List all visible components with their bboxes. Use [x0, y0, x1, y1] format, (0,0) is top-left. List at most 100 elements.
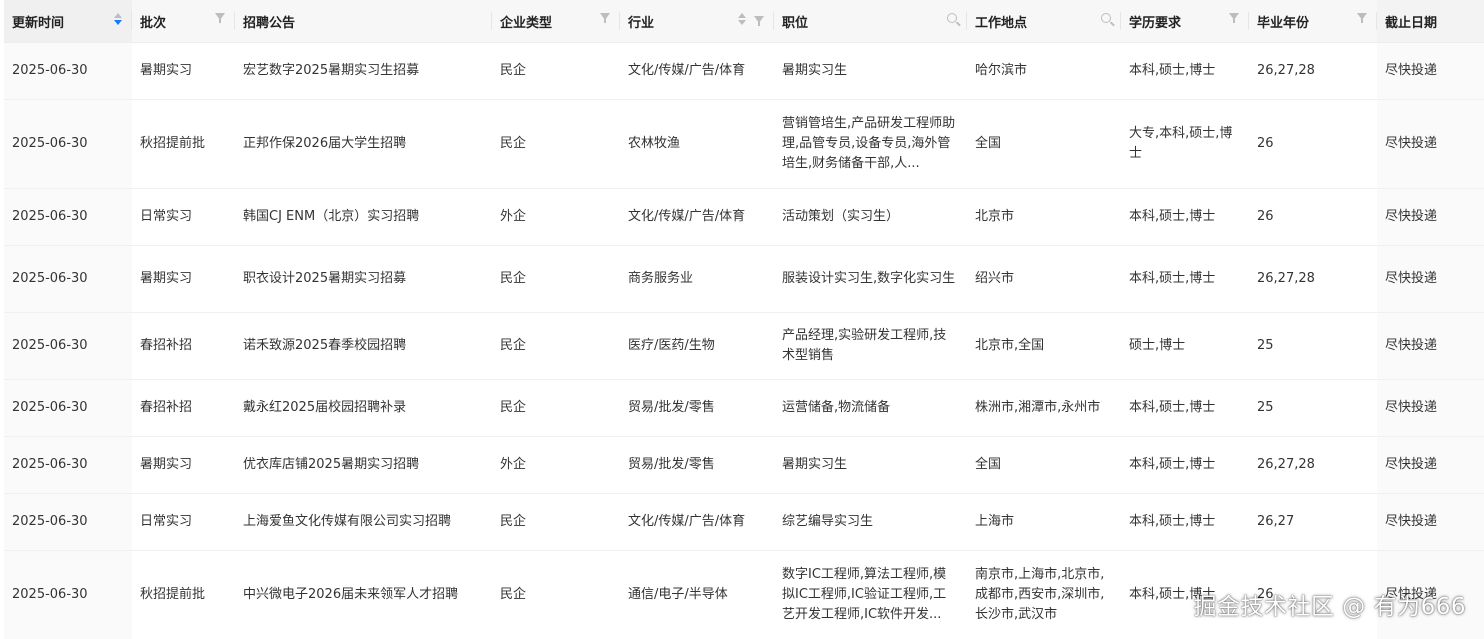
table-row[interactable]: 2025-06-30 日常实习 上海爱鱼文化传媒有限公司实习招聘 民企 文化/传媒/广告… [4, 493, 1484, 551]
cell-industry-text: 文化/传媒/广告/体育 [628, 209, 746, 224]
cell-position: 综艺编导实习生 [774, 493, 967, 551]
table-row[interactable]: 2025-06-30 日常实习 韩国CJ ENM（北京）实习招聘 外企 文化/传媒/广告… [4, 188, 1484, 246]
cell-industry-text: 文化/传媒/广告/体育 [628, 514, 746, 529]
cell-notice-text: 优衣库店铺2025暑期实习招聘 [243, 457, 420, 472]
cell-grad-year: 26,27,28 [1249, 42, 1377, 100]
filter-icon[interactable] [1229, 13, 1239, 23]
cell-degree-text: 本科,硕士,博士 [1129, 271, 1216, 286]
cell-location: 全国 [967, 99, 1121, 189]
cell-location-text: 绍兴市 [975, 271, 1015, 286]
cell-update-time: 2025-06-30 [4, 312, 132, 380]
cell-position-text: 活动策划（实习生） [782, 209, 900, 224]
cell-notice-text: 宏艺数字2025暑期实习生招募 [243, 63, 420, 78]
cell-position: 数字IC工程师,算法工程师,模拟IC工程师,IC验证工程师,工艺开发工程师,IC… [774, 550, 967, 639]
column-header-notice: 招聘公告 [235, 0, 492, 43]
cell-company-type-text: 民企 [500, 136, 527, 151]
cell-industry-text: 通信/电子/半导体 [628, 587, 728, 602]
column-header-label: 招聘公告 [243, 15, 296, 31]
cell-notice[interactable]: 职衣设计2025暑期实习招募 [235, 245, 492, 313]
column-header-update-time[interactable]: 更新时间 [4, 0, 132, 43]
cell-update-time: 2025-06-30 [4, 245, 132, 313]
cell-notice[interactable]: 戴永红2025届校园招聘补录 [235, 379, 492, 437]
cell-update-time: 2025-06-30 [4, 379, 132, 437]
cell-company-type: 民企 [492, 379, 620, 437]
filter-icon[interactable] [754, 15, 764, 26]
cell-batch: 日常实习 [132, 493, 235, 551]
cell-company-type: 外企 [492, 436, 620, 494]
search-icon[interactable] [947, 13, 957, 23]
cell-grad-year: 25 [1249, 312, 1377, 380]
cell-location-text: 上海市 [975, 514, 1015, 529]
table-row[interactable]: 2025-06-30 春招补招 戴永红2025届校园招聘补录 民企 贸易/批发/零售 运营… [4, 379, 1484, 437]
cell-grad-year-text: 26 [1257, 209, 1274, 224]
cell-batch: 春招补招 [132, 312, 235, 380]
cell-company-type: 民企 [492, 42, 620, 100]
sort-icon[interactable] [114, 13, 122, 25]
cell-batch-text: 暑期实习 [140, 63, 193, 78]
cell-grad-year: 26,27,28 [1249, 436, 1377, 494]
cell-degree-text: 本科,硕士,博士 [1129, 209, 1216, 224]
filter-icon[interactable] [600, 13, 610, 23]
table-row[interactable]: 2025-06-30 暑期实习 优衣库店铺2025暑期实习招聘 外企 贸易/批发/零售 暑… [4, 436, 1484, 494]
column-header-grad-year: 毕业年份 [1249, 0, 1377, 43]
cell-position: 运营储备,物流储备 [774, 379, 967, 437]
filter-icon[interactable] [1357, 13, 1367, 23]
cell-batch-text: 春招补招 [140, 400, 193, 415]
cell-update-time: 2025-06-30 [4, 550, 132, 639]
cell-batch: 暑期实习 [132, 42, 235, 100]
cell-company-type-text: 民企 [500, 400, 527, 415]
cell-notice[interactable]: 中兴微电子2026届未来领军人才招聘 [235, 550, 492, 639]
cell-notice[interactable]: 宏艺数字2025暑期实习生招募 [235, 42, 492, 100]
cell-degree-text: 本科,硕士,博士 [1129, 63, 1216, 78]
cell-deadline: 尽快投递 [1377, 245, 1484, 313]
cell-industry-text: 贸易/批发/零售 [628, 400, 715, 415]
cell-industry-text: 文化/传媒/广告/体育 [628, 63, 746, 78]
cell-degree: 本科,硕士,博士 [1121, 493, 1249, 551]
cell-notice-text: 职衣设计2025暑期实习招募 [243, 271, 407, 286]
table-row[interactable]: 2025-06-30 暑期实习 宏艺数字2025暑期实习生招募 民企 文化/传媒/广告/… [4, 42, 1484, 100]
cell-grad-year-text: 26,27,28 [1257, 63, 1315, 78]
cell-notice-text: 韩国CJ ENM（北京）实习招聘 [243, 209, 420, 224]
job-table-container: 更新时间 批次 招聘公告 企业类型 行业 职位 工作地点 学历要求 毕业年份 截… [4, 0, 1484, 639]
table-row[interactable]: 2025-06-30 秋招提前批 正邦作保2026届大学生招聘 民企 农林牧渔 营销管培生… [4, 99, 1484, 189]
table-row[interactable]: 2025-06-30 暑期实习 职衣设计2025暑期实习招募 民企 商务服务业 服装设计实… [4, 245, 1484, 313]
cell-batch: 暑期实习 [132, 245, 235, 313]
filter-icon[interactable] [215, 13, 225, 23]
cell-industry-text: 农林牧渔 [628, 136, 681, 151]
cell-company-type: 民企 [492, 493, 620, 551]
cell-location: 全国 [967, 436, 1121, 494]
sort-icon[interactable] [738, 13, 746, 25]
cell-degree-text: 本科,硕士,博士 [1129, 514, 1216, 529]
cell-deadline-text: 尽快投递 [1385, 514, 1438, 529]
cell-company-type-text: 民企 [500, 514, 527, 529]
cell-grad-year-text: 26,27,28 [1257, 271, 1315, 286]
cell-notice[interactable]: 上海爱鱼文化传媒有限公司实习招聘 [235, 493, 492, 551]
cell-location: 绍兴市 [967, 245, 1121, 313]
cell-notice[interactable]: 韩国CJ ENM（北京）实习招聘 [235, 188, 492, 246]
cell-batch: 秋招提前批 [132, 99, 235, 189]
cell-deadline: 尽快投递 [1377, 42, 1484, 100]
cell-deadline: 尽快投递 [1377, 379, 1484, 437]
cell-deadline: 尽快投递 [1377, 99, 1484, 189]
cell-batch-text: 日常实习 [140, 514, 193, 529]
column-header-industry[interactable]: 行业 [620, 0, 774, 43]
cell-degree: 大专,本科,硕士,博士 [1121, 99, 1249, 189]
cell-company-type: 民企 [492, 550, 620, 639]
cell-notice-text: 戴永红2025届校园招聘补录 [243, 400, 407, 415]
cell-notice-text: 上海爱鱼文化传媒有限公司实习招聘 [243, 514, 452, 529]
cell-batch: 日常实习 [132, 188, 235, 246]
column-header-label: 毕业年份 [1257, 15, 1310, 31]
cell-notice[interactable]: 正邦作保2026届大学生招聘 [235, 99, 492, 189]
cell-notice-text: 诺禾致源2025春季校园招聘 [243, 338, 407, 353]
cell-update-time-text: 2025-06-30 [12, 400, 88, 415]
cell-notice[interactable]: 诺禾致源2025春季校园招聘 [235, 312, 492, 380]
cell-deadline-text: 尽快投递 [1385, 209, 1438, 224]
search-icon[interactable] [1101, 13, 1111, 23]
cell-update-time: 2025-06-30 [4, 99, 132, 189]
cell-position: 营销管培生,产品研发工程师助理,品管专员,设备专员,海外管培生,财务储备干部,人… [774, 99, 967, 189]
cell-notice[interactable]: 优衣库店铺2025暑期实习招聘 [235, 436, 492, 494]
cell-deadline: 尽快投递 [1377, 493, 1484, 551]
table-row[interactable]: 2025-06-30 春招补招 诺禾致源2025春季校园招聘 民企 医疗/医药/生物 产品… [4, 312, 1484, 380]
cell-degree-text: 大专,本科,硕士,博士 [1129, 126, 1233, 161]
cell-grad-year-text: 25 [1257, 400, 1274, 415]
